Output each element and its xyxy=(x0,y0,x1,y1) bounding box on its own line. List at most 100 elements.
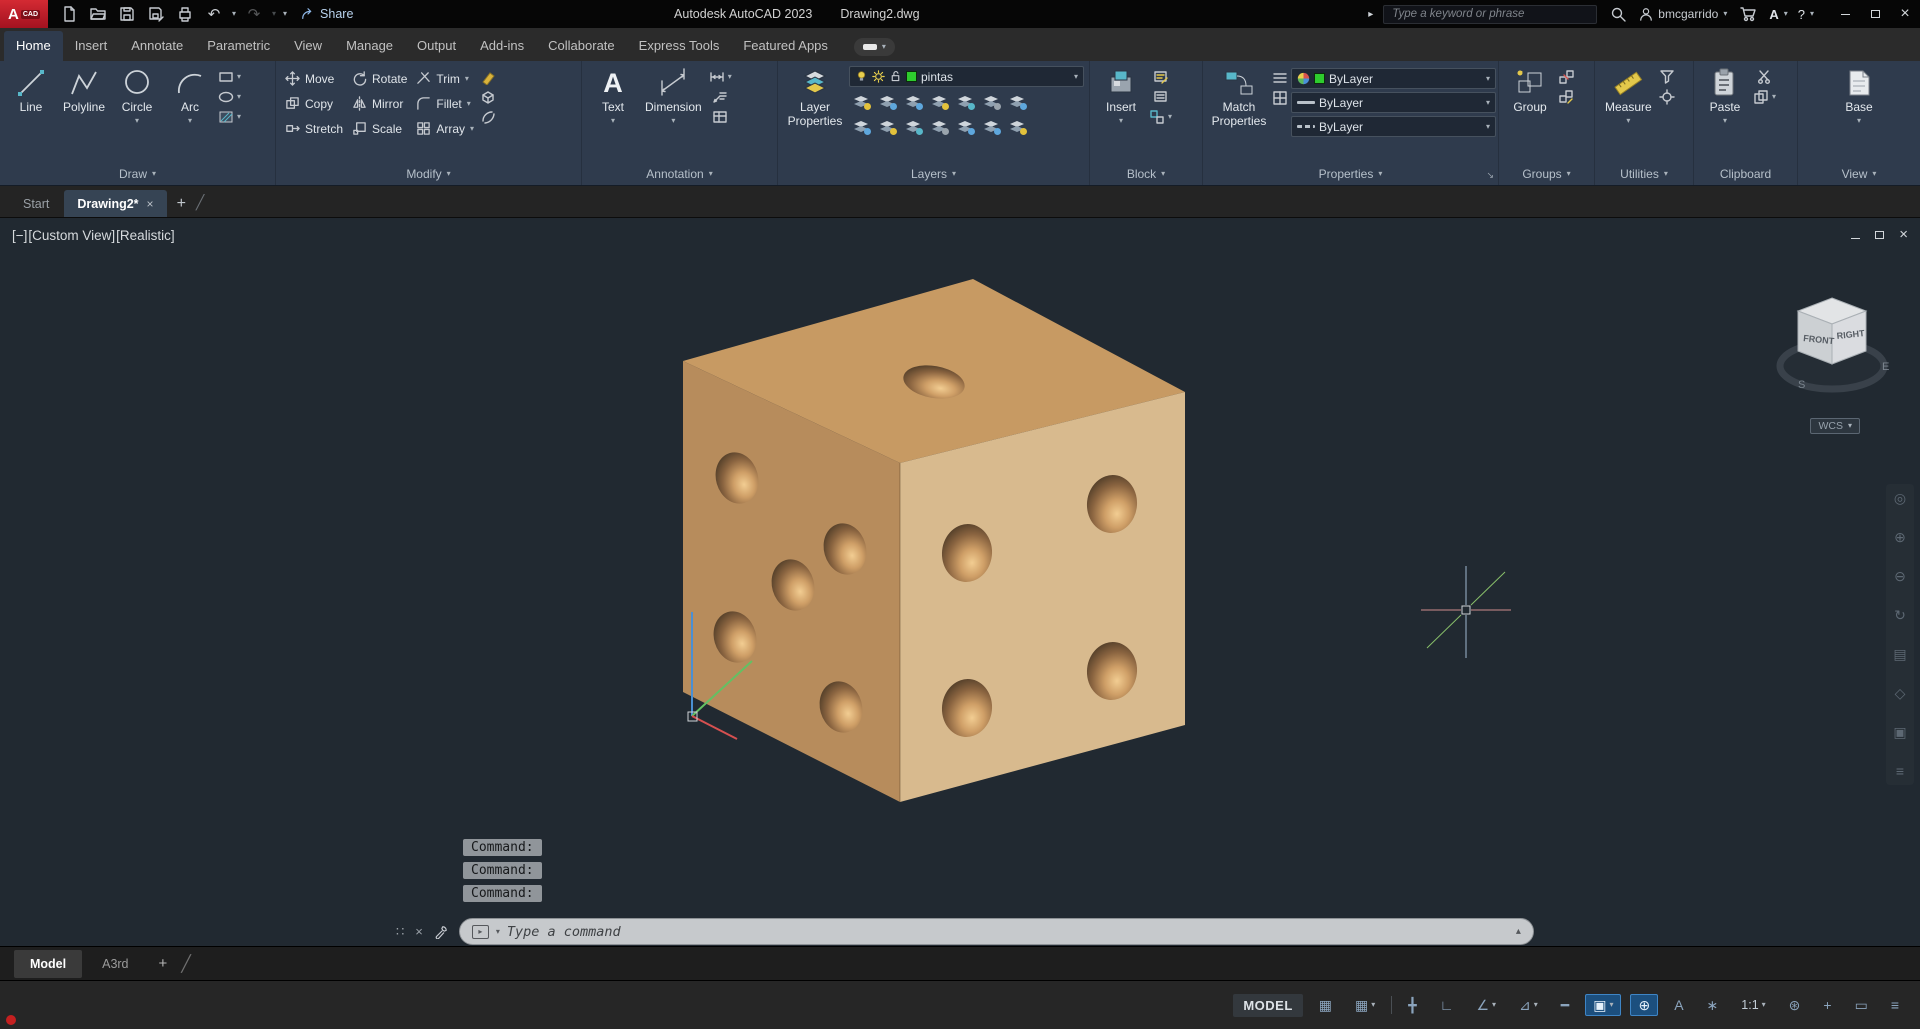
pan-icon[interactable]: ⊕ xyxy=(1894,529,1906,546)
orbit-icon[interactable]: ↻ xyxy=(1894,607,1906,624)
rotate-button[interactable]: Rotate xyxy=(349,66,410,91)
search-button[interactable] xyxy=(1607,3,1629,25)
save-as-button[interactable] xyxy=(145,3,167,25)
full-navigation-wheel-icon[interactable]: ◎ xyxy=(1894,490,1906,507)
define-attribute-button[interactable] xyxy=(1153,89,1169,105)
block-editor-button[interactable]: ▾ xyxy=(1149,109,1172,125)
base-button[interactable]: Base ▾ xyxy=(1834,66,1884,126)
file-tab-start[interactable]: Start xyxy=(10,190,62,217)
annotation-scale-button[interactable]: 1:1▾ xyxy=(1734,996,1772,1015)
model-space-toggle[interactable]: MODEL xyxy=(1233,994,1302,1017)
arc-button[interactable]: Arc ▾ xyxy=(165,66,215,126)
explode-button[interactable] xyxy=(480,89,496,105)
tab-insert[interactable]: Insert xyxy=(63,31,120,61)
layer-tool-icon[interactable] xyxy=(901,116,925,137)
plot-button[interactable] xyxy=(174,3,196,25)
model-canvas[interactable] xyxy=(0,218,1920,946)
grid-display-button[interactable]: ▦ xyxy=(1312,995,1339,1015)
fillet-button[interactable]: Fillet▾ xyxy=(413,91,477,116)
tab-featured-apps[interactable]: Featured Apps xyxy=(731,31,840,61)
undo-button[interactable]: ↶ xyxy=(203,3,225,25)
scale-button[interactable]: Scale xyxy=(349,116,410,141)
layers-panel-label[interactable]: Layers▾ xyxy=(778,163,1089,185)
redo-button[interactable]: ↷ xyxy=(243,3,265,25)
properties-dialog-launcher[interactable]: ↘ xyxy=(1486,170,1494,181)
snap-mode-button[interactable]: ▦▾ xyxy=(1348,995,1382,1015)
circle-button[interactable]: Circle ▾ xyxy=(112,66,162,126)
rectangle-button[interactable]: ▾ xyxy=(218,69,241,85)
tab-express-tools[interactable]: Express Tools xyxy=(627,31,732,61)
layer-tool-icon[interactable] xyxy=(953,91,977,112)
ellipse-button[interactable]: ▾ xyxy=(218,89,241,105)
insert-block-button[interactable]: Insert ▾ xyxy=(1096,66,1146,126)
layout-tab-model[interactable]: Model xyxy=(14,950,82,978)
new-file-button[interactable] xyxy=(58,3,80,25)
viewport-restore-button[interactable] xyxy=(1875,227,1884,242)
annotation-panel-label[interactable]: Annotation▾ xyxy=(582,163,777,185)
viewport-visual-style-menu[interactable]: [Realistic] xyxy=(116,228,175,243)
measure-button[interactable]: Measure ▾ xyxy=(1601,66,1656,126)
redo-dropdown-caret[interactable]: ▾ xyxy=(272,10,276,18)
layer-tool-icon[interactable] xyxy=(875,91,899,112)
layer-tool-icon[interactable] xyxy=(1005,91,1029,112)
isometric-drafting-button[interactable]: ⊿▾ xyxy=(1512,995,1545,1015)
zoom-extents-icon[interactable]: ⊖ xyxy=(1894,568,1906,585)
object-snap-tracking-button[interactable]: ⊕ xyxy=(1630,994,1658,1016)
tab-parametric[interactable]: Parametric xyxy=(195,31,282,61)
tab-output[interactable]: Output xyxy=(405,31,468,61)
file-tab-drawing2[interactable]: Drawing2* × xyxy=(64,190,166,217)
edit-attribute-button[interactable] xyxy=(1153,69,1169,85)
command-close-icon[interactable]: × xyxy=(415,924,423,939)
table-button[interactable] xyxy=(712,109,728,125)
tab-home[interactable]: Home xyxy=(4,31,63,61)
layer-properties-button[interactable]: Layer Properties xyxy=(784,66,846,130)
layout-tab-a3rd[interactable]: A3rd xyxy=(86,950,144,978)
autocad-logo[interactable]: A CAD xyxy=(0,0,48,28)
autodesk-app-button[interactable]: A ▾ xyxy=(1769,7,1787,22)
view-panel-label[interactable]: View▾ xyxy=(1798,163,1920,185)
group-edit-button[interactable] xyxy=(1558,89,1574,105)
ungroup-button[interactable] xyxy=(1558,69,1574,85)
nav-tool-icon[interactable]: ▣ xyxy=(1893,724,1906,741)
layout-overflow-icon[interactable]: ╱ xyxy=(181,954,191,974)
move-button[interactable]: Move xyxy=(282,66,346,91)
ortho-mode-button[interactable]: ∟ xyxy=(1433,995,1461,1015)
clipboard-panel-label[interactable]: Clipboard xyxy=(1694,163,1797,185)
viewcube-east-label[interactable]: E xyxy=(1882,361,1889,373)
groups-panel-label[interactable]: Groups▾ xyxy=(1499,163,1594,185)
wcs-dropdown[interactable]: WCS ▾ xyxy=(1810,418,1860,434)
lineweight-dropdown[interactable]: ByLayer ▾ xyxy=(1291,92,1496,113)
layer-tool-icon[interactable] xyxy=(849,116,873,137)
match-properties-button[interactable]: Match Properties xyxy=(1209,66,1269,130)
command-expand-icon[interactable]: ▴ xyxy=(1516,926,1521,937)
share-button[interactable]: Share xyxy=(301,7,353,21)
object-color-dropdown[interactable]: ByLayer ▾ xyxy=(1291,68,1496,89)
tab-addins[interactable]: Add-ins xyxy=(468,31,536,61)
drawing-viewport[interactable]: [−] [Custom View] [Realistic] × FRONT RI… xyxy=(0,218,1920,946)
cart-button[interactable] xyxy=(1737,3,1759,25)
recent-commands-icon[interactable]: ▸ xyxy=(472,925,489,939)
tab-annotate[interactable]: Annotate xyxy=(119,31,195,61)
text-button[interactable]: A Text ▾ xyxy=(588,66,638,126)
draw-panel-label[interactable]: Draw▾ xyxy=(0,163,275,185)
new-drawing-tab-button[interactable]: + xyxy=(169,195,194,217)
minimize-button[interactable] xyxy=(1830,0,1860,28)
tab-view[interactable]: View xyxy=(282,31,334,61)
annotation-visibility-button[interactable]: A xyxy=(1667,995,1690,1015)
cut-button[interactable] xyxy=(1757,69,1773,85)
tab-collaborate[interactable]: Collaborate xyxy=(536,31,627,61)
layer-tool-icon[interactable] xyxy=(875,116,899,137)
modify-panel-label[interactable]: Modify▾ xyxy=(276,163,581,185)
copy-clip-button[interactable]: ▾ xyxy=(1753,89,1776,105)
paste-button[interactable]: Paste ▾ xyxy=(1700,66,1750,126)
stretch-button[interactable]: Stretch xyxy=(282,116,346,141)
group-button[interactable]: Group xyxy=(1505,66,1555,116)
ribbon-display-toggle[interactable]: ▾ xyxy=(854,38,895,56)
save-button[interactable] xyxy=(116,3,138,25)
viewport-minimize-button[interactable] xyxy=(1851,227,1860,242)
account-button[interactable]: bmcgarrido ▾ xyxy=(1639,7,1727,21)
viewcube[interactable]: FRONT RIGHT S E xyxy=(1766,282,1898,432)
mirror-button[interactable]: Mirror xyxy=(349,91,410,116)
object-snap-button[interactable]: ▣▾ xyxy=(1585,994,1621,1016)
linetype-dropdown[interactable]: ByLayer ▾ xyxy=(1291,116,1496,137)
